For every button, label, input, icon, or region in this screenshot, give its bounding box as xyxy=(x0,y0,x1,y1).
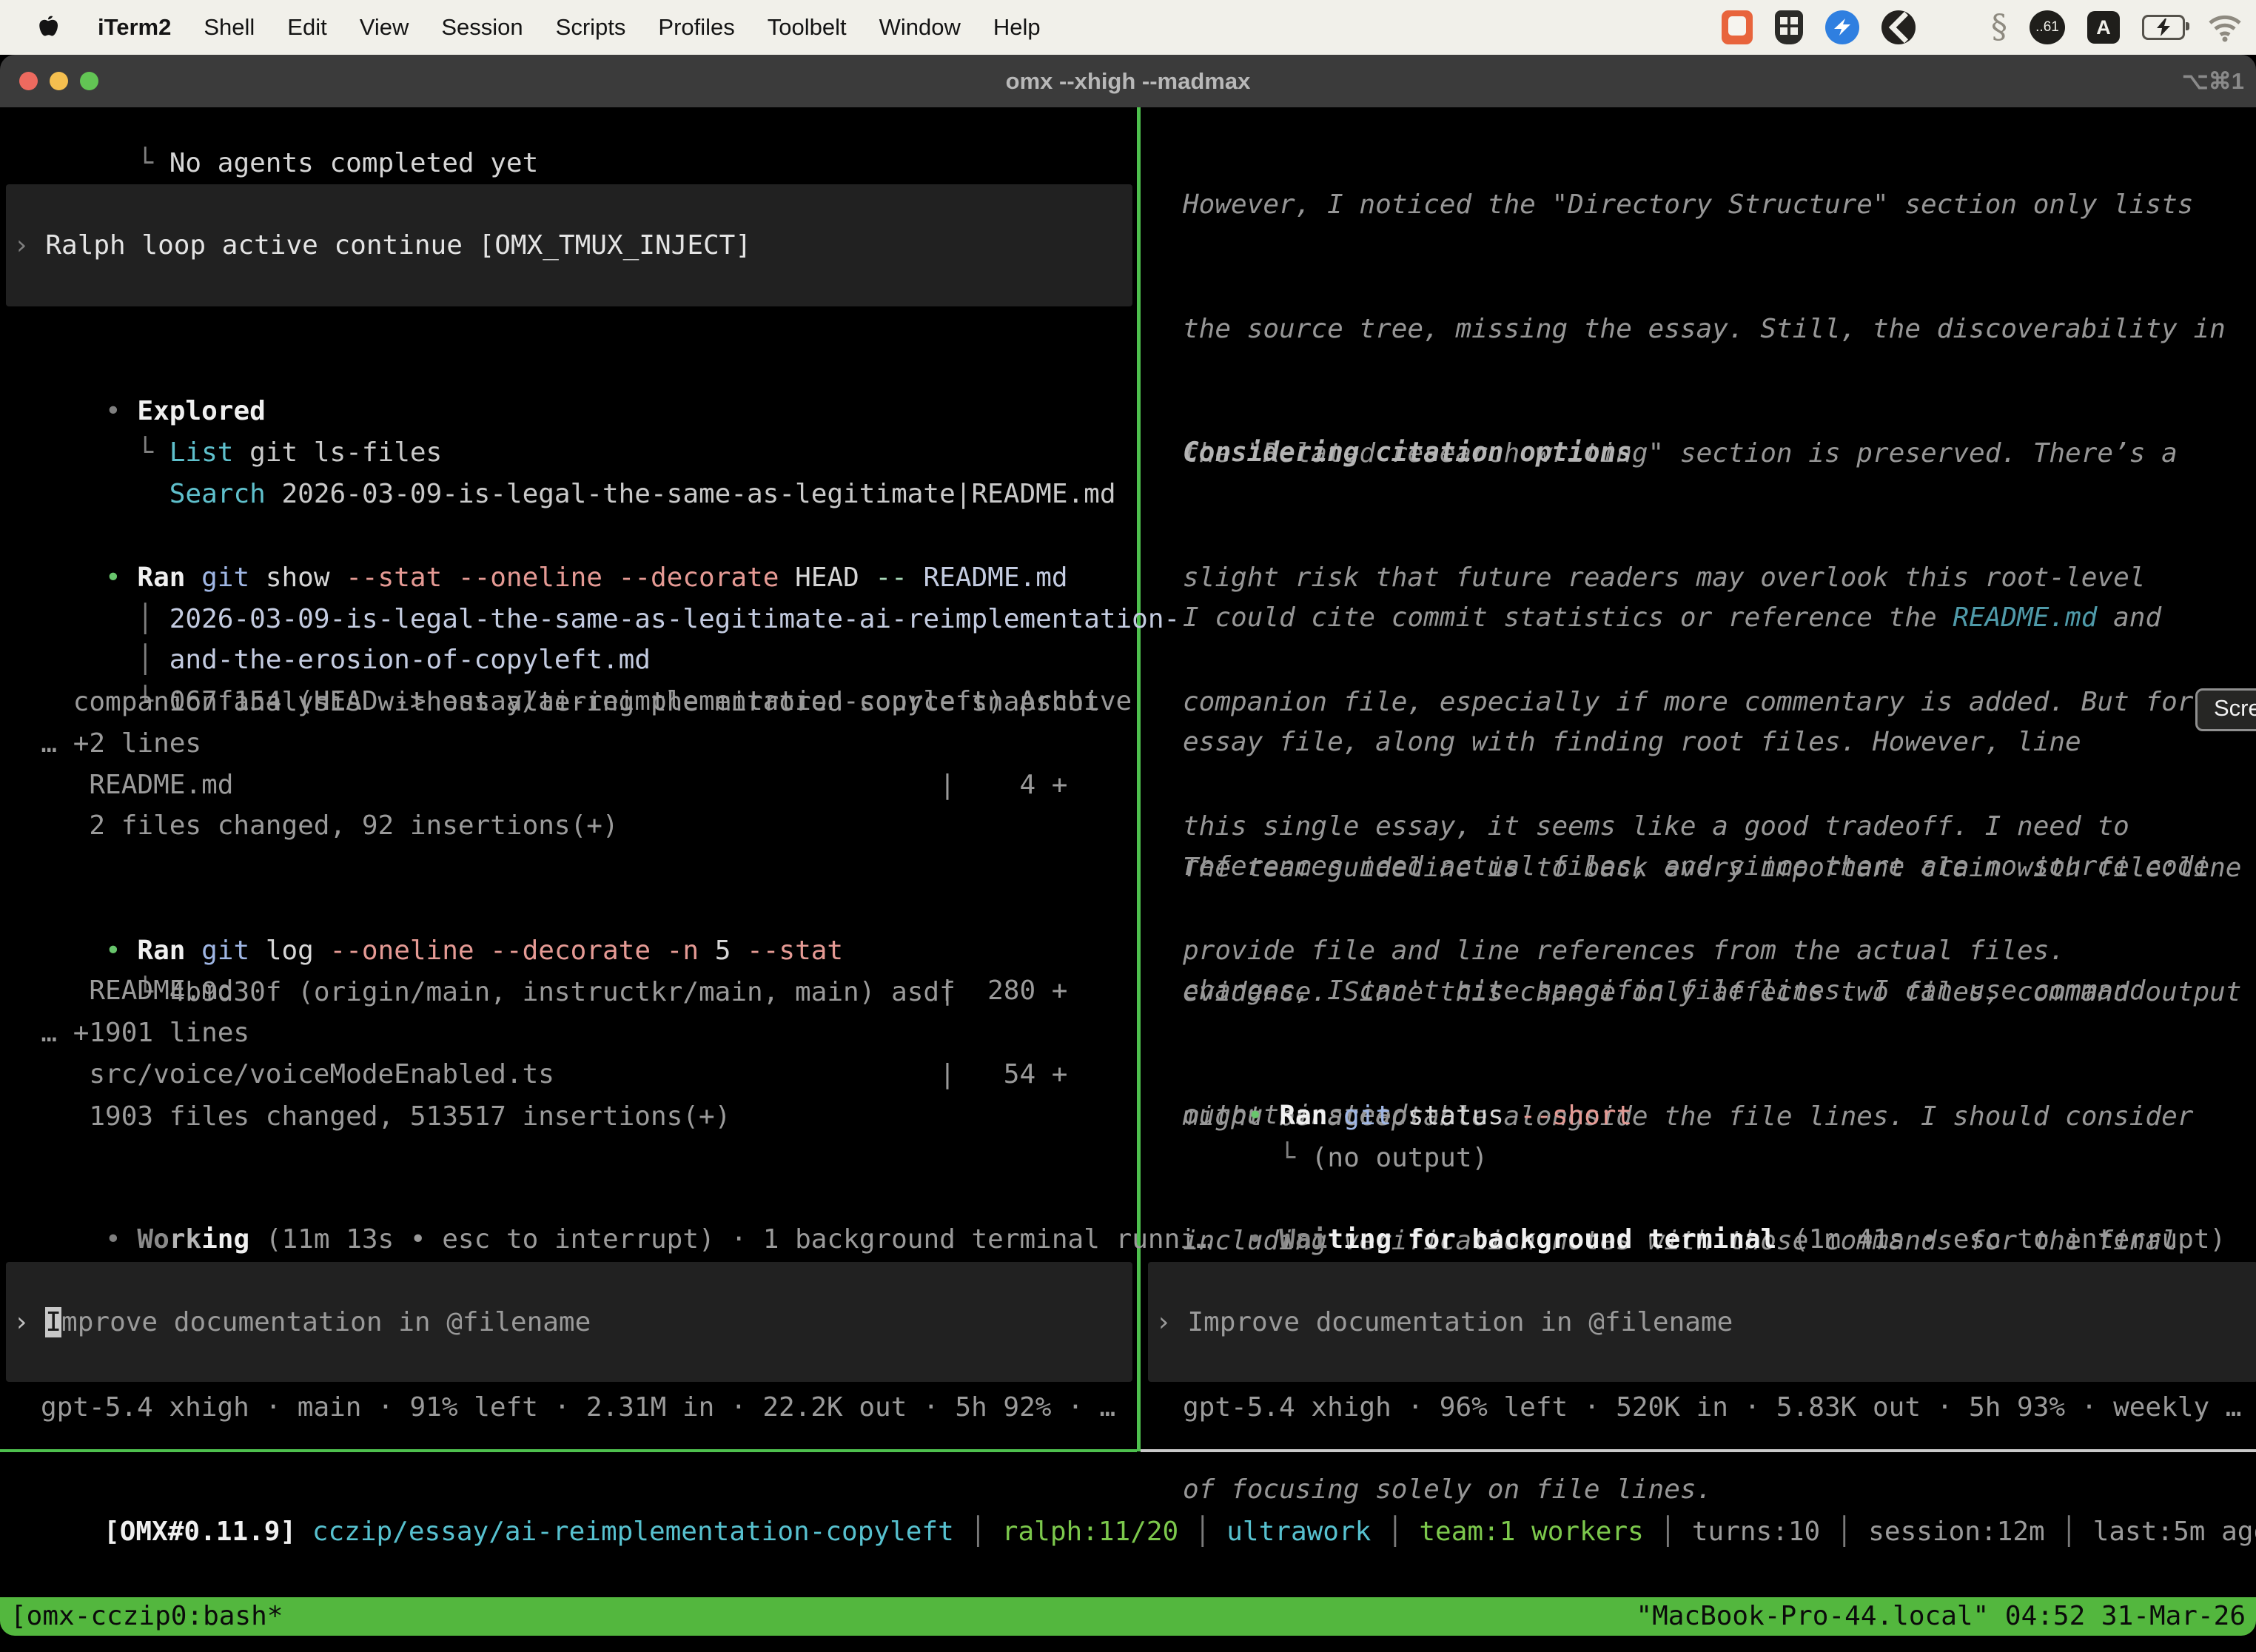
working-status-line: • Working (11m 13s • esc to interrupt) ·… xyxy=(9,1178,1212,1219)
more-lines-indicator: … +2 lines xyxy=(9,723,201,765)
battery-badge-icon[interactable]: ..61 xyxy=(2030,10,2065,44)
team-workers: team:1 workers xyxy=(1419,1517,1643,1547)
menu-item-window[interactable]: Window xyxy=(879,14,961,41)
ran-git-show-line: • Ran git show --stat --oneline --decora… xyxy=(9,516,1068,557)
menu-item-session[interactable]: Session xyxy=(441,14,523,41)
show-output-line-2: │ and-the-erosion-of-copyleft.md xyxy=(9,598,651,639)
waiting-status-line: • Waiting for background terminal (1m 41… xyxy=(1151,1178,2226,1219)
menu-item-profiles[interactable]: Profiles xyxy=(658,14,734,41)
window-title: omx --xhigh --madmax xyxy=(0,55,2256,107)
charging-bolt-glyph xyxy=(2152,18,2175,37)
menu-item-shell[interactable]: Shell xyxy=(204,14,255,41)
left-pane-bottom-border xyxy=(0,1449,1137,1452)
kaleidoscope-icon[interactable] xyxy=(1881,10,1916,44)
show-output-line-1: │ 2026-03-09-is-legal-the-same-as-legiti… xyxy=(9,557,1180,599)
battery-charging-icon[interactable] xyxy=(2142,15,2185,40)
omx-status-bar: [OMX#0.11.9] cczip/essay/ai-reimplementa… xyxy=(7,1470,2256,1511)
log-commit-line: └ 4b9d30f (origin/main, instructkr/main,… xyxy=(9,930,956,972)
title-bar[interactable]: omx --xhigh --madmax ⌥⌘1 xyxy=(0,55,2256,107)
ralph-counter: ralph:11/20 xyxy=(1002,1517,1178,1547)
explored-list-line: └ List git ls-files xyxy=(9,391,442,432)
left-prompt-input[interactable]: › Improve documentation in @filename xyxy=(6,1262,1132,1382)
blue-badge-icon[interactable] xyxy=(1825,10,1859,44)
tmux-status-bar: [omx-cczip0:bash* "MacBook-Pro-44.local"… xyxy=(0,1597,2256,1636)
ran-git-log-line: • Ran git log --oneline --decorate -n 5 … xyxy=(9,889,843,930)
ralph-loop-banner: › Ralph loop active continue [OMX_TMUX_I… xyxy=(6,184,1132,306)
last-activity: last:5m ago xyxy=(2093,1517,2256,1547)
omx-version: [OMX#0.11.9] xyxy=(104,1517,312,1547)
explored-line: • Explored xyxy=(9,349,266,391)
menu-bar-status-icons: § ..61 A xyxy=(1722,0,2243,55)
diffstat-summary-1: 2 files changed, 92 insertions(+) xyxy=(9,805,619,847)
session-duration: session:12m xyxy=(1868,1517,2044,1547)
right-model-status-line: gpt-5.4 xhigh · 96% left · 520K in · 5.8… xyxy=(1183,1387,2241,1428)
block-cursor: I xyxy=(45,1307,61,1337)
dots-grid-icon[interactable] xyxy=(1938,12,1969,43)
diffstat-readme: README.md | 4 + xyxy=(9,765,1067,806)
diffstat-summary-2: 1903 files changed, 513517 insertions(+) xyxy=(9,1096,731,1138)
readme-link[interactable]: README.md xyxy=(1953,602,2097,633)
menu-item-iterm2[interactable]: iTerm2 xyxy=(98,14,171,41)
window-shortcut-badge: ⌥⌘1 xyxy=(2182,55,2244,107)
menu-item-edit[interactable]: Edit xyxy=(287,14,326,41)
terminal-content: └ No agents completed yet › Ralph loop a… xyxy=(0,107,2256,1597)
tmux-host-clock: "MacBook-Pro-44.local" 04:52 31-Mar-26 xyxy=(1636,1597,2246,1636)
menu-bar: iTerm2 Shell Edit View Session Scripts P… xyxy=(0,0,2256,55)
commit-line-1: └ 067f154 (HEAD -> essay/ai-reimplementa… xyxy=(9,639,1132,681)
turns-counter: turns:10 xyxy=(1692,1517,1820,1547)
left-no-agents-line: └ No agents completed yet xyxy=(9,101,538,143)
explored-search-line: Search 2026-03-09-is-legal-the-same-as-l… xyxy=(9,432,1116,474)
reasoning-section-header: Considering citation options xyxy=(1183,432,1632,474)
menu-item-scripts[interactable]: Scripts xyxy=(556,14,626,41)
iterm-window: omx --xhigh --madmax ⌥⌘1 └ No agents com… xyxy=(0,55,2256,1636)
left-model-status-line: gpt-5.4 xhigh · main · 91% left · 2.31M … xyxy=(41,1387,1115,1428)
apple-menu-icon[interactable] xyxy=(37,14,59,41)
bolt-glyph xyxy=(1825,10,1859,44)
wifi-icon[interactable] xyxy=(2207,13,2243,42)
diffstat-readme-2: README.md | 280 + xyxy=(9,970,1067,1012)
right-prompt-input[interactable]: › Improve documentation in @filename xyxy=(1148,1262,2256,1382)
commit-line-2: companion analysis without altering the … xyxy=(9,682,1100,723)
no-output-line: └ (no output) xyxy=(1151,1096,1488,1138)
more-lines-indicator-2: … +1901 lines xyxy=(9,1013,249,1054)
omx-worktree-path: cczip/essay/ai-reimplementation-copyleft xyxy=(312,1517,954,1547)
tmux-session-window[interactable]: [omx-cczip0:bash* xyxy=(10,1597,283,1636)
ran-git-status-line: • Ran git status --short xyxy=(1151,1054,1632,1095)
menu-item-toolbelt[interactable]: Toolbelt xyxy=(768,14,847,41)
hook-icon[interactable]: § xyxy=(1991,10,2007,44)
screenshot-app-icon[interactable] xyxy=(1722,10,1753,44)
menu-item-view[interactable]: View xyxy=(360,14,409,41)
input-source-icon[interactable]: A xyxy=(2087,11,2120,44)
screen-notification-popup[interactable]: Scre xyxy=(2195,688,2256,731)
diffstat-voicemode: src/voice/voiceModeEnabled.ts | 54 + xyxy=(9,1054,1067,1095)
ultrawork-badge: ultrawork xyxy=(1226,1517,1371,1547)
menu-item-help[interactable]: Help xyxy=(993,14,1041,41)
shield-grid-icon[interactable] xyxy=(1775,10,1803,44)
